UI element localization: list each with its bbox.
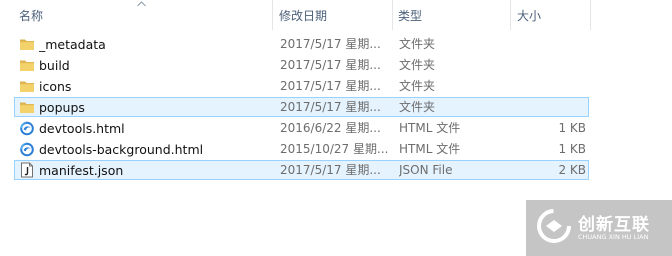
file-type: 文件夹 — [399, 58, 436, 72]
file-row[interactable]: popups 2017/5/17 星期... 文件夹 — [14, 97, 589, 117]
file-size — [515, 56, 586, 74]
file-row[interactable]: build 2017/5/17 星期... 文件夹 — [14, 55, 589, 75]
file-name: devtools.html — [39, 121, 125, 136]
file-type: 文件夹 — [399, 37, 436, 51]
file-name: icons — [39, 79, 72, 94]
file-row[interactable]: icons 2017/5/17 星期... 文件夹 — [14, 76, 589, 96]
folder-icon — [19, 57, 35, 73]
file-row[interactable]: manifest.json 2017/5/17 星期... JSON File 2 K… — [14, 160, 589, 180]
file-size: 2 KB — [558, 163, 586, 177]
file-modified-date: 2016/6/22 星期... — [280, 121, 381, 135]
file-size — [515, 98, 586, 116]
json-file-icon — [19, 162, 35, 178]
file-size — [515, 77, 586, 95]
file-modified-date: 2017/5/17 星期... — [280, 79, 381, 93]
file-row[interactable]: devtools-background.html 2015/10/27 星期...… — [14, 139, 589, 159]
file-type: HTML 文件 — [399, 121, 461, 135]
html-file-icon — [19, 120, 35, 136]
file-modified-date: 2017/5/17 星期... — [280, 58, 381, 72]
file-type: 文件夹 — [399, 79, 436, 93]
file-type: HTML 文件 — [399, 142, 461, 156]
file-modified-date: 2015/10/27 星期... — [280, 142, 389, 156]
file-size — [515, 35, 586, 53]
file-size: 1 KB — [558, 121, 586, 135]
column-header-bar: 名称 修改日期 类型 大小 — [0, 0, 672, 30]
column-divider[interactable] — [272, 0, 273, 30]
file-modified-date: 2017/5/17 星期... — [280, 37, 381, 51]
file-row[interactable]: _metadata 2017/5/17 星期... 文件夹 — [14, 34, 589, 54]
file-type: JSON File — [399, 163, 453, 177]
column-divider[interactable] — [510, 0, 511, 30]
column-header-size[interactable]: 大小 — [517, 0, 541, 30]
html-file-icon — [19, 141, 35, 157]
column-header-date[interactable]: 修改日期 — [279, 0, 327, 30]
sort-ascending-icon — [137, 1, 146, 7]
file-name: devtools-background.html — [39, 142, 204, 157]
watermark-subtitle: CHUANG XIN HU LIAN — [578, 233, 649, 241]
file-name: popups — [39, 100, 85, 115]
column-divider[interactable] — [590, 0, 591, 30]
file-modified-date: 2017/5/17 星期... — [280, 100, 381, 114]
file-name: _metadata — [39, 37, 106, 52]
folder-icon — [19, 36, 35, 52]
column-divider[interactable] — [392, 0, 393, 30]
file-type: 文件夹 — [399, 100, 436, 114]
file-name: build — [39, 58, 70, 73]
column-header-type[interactable]: 类型 — [398, 0, 422, 30]
column-header-name[interactable]: 名称 — [19, 0, 43, 30]
file-modified-date: 2017/5/17 星期... — [280, 163, 381, 177]
file-row[interactable]: devtools.html 2016/6/22 星期... HTML 文件 1 KB — [14, 118, 589, 138]
file-name: manifest.json — [39, 163, 124, 178]
file-size: 1 KB — [558, 142, 586, 156]
folder-icon — [19, 78, 35, 94]
watermark: 创新互联 CHUANG XIN HU LIAN — [526, 200, 672, 256]
logo-icon — [537, 209, 571, 243]
folder-icon — [19, 99, 35, 115]
watermark-title: 创新互联 — [578, 215, 650, 235]
